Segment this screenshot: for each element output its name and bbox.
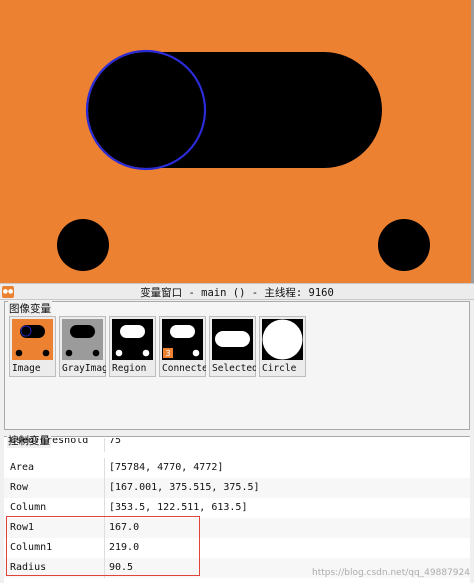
var-row-area[interactable]: Area [75784, 4770, 4772] — [4, 458, 470, 478]
watermark-text: https://blog.csdn.net/qq_49887924 — [311, 568, 470, 578]
var-row-column[interactable]: Column [353.5, 122.511, 613.5] — [4, 498, 470, 518]
thumb-label: Image — [12, 363, 41, 374]
var-value: [353.5, 122.511, 613.5] — [109, 502, 248, 513]
var-name: Radius — [10, 562, 47, 573]
iconic-var-connectedregions[interactable]: 3 ConnectedRegions — [159, 316, 206, 377]
var-name: UsedThreshold — [10, 438, 89, 446]
thumb-label: GrayImage — [62, 363, 106, 374]
small-dot-left — [57, 219, 109, 271]
iconic-variables-label: 图像变量 — [8, 301, 52, 316]
var-value: 75 — [109, 438, 122, 446]
graphics-window[interactable] — [0, 0, 474, 283]
column-divider — [104, 518, 105, 538]
region-thumbnail — [112, 319, 153, 360]
variable-window-title: 变量窗口 - main () - 主线程: 9160 — [140, 287, 334, 299]
var-row-usedthreshold[interactable]: UsedThreshold 75 — [4, 438, 470, 452]
column-divider — [104, 458, 105, 478]
var-value: 219.0 — [109, 542, 140, 553]
var-name: Column1 — [10, 542, 53, 553]
column-divider — [104, 478, 105, 498]
small-dot-right — [378, 219, 430, 271]
column-divider — [104, 558, 105, 578]
thumb-label: Circle — [262, 363, 297, 374]
iconic-var-region[interactable]: Region — [109, 316, 156, 377]
graphics-canvas — [57, 49, 430, 271]
grayimage-thumbnail — [62, 319, 103, 360]
control-variables-panel: 控制变量 UsedThreshold 75 Area [75784, 4770,… — [4, 433, 470, 583]
iconic-var-circle[interactable]: Circle — [259, 316, 306, 377]
column-divider — [104, 538, 105, 558]
iconic-variables-panel: 图像变量 Image GrayImage — [4, 301, 470, 430]
stadium-region — [88, 52, 382, 168]
var-row-row1[interactable]: Row1 167.0 — [4, 518, 470, 538]
iconic-var-selectedregions[interactable]: SelectedRegions — [209, 316, 256, 377]
iconic-var-grayimage[interactable]: GrayImage — [59, 316, 106, 377]
variable-window-titlebar[interactable]: ●● 变量窗口 - main () - 主线程: 9160 — [0, 283, 474, 300]
var-value: [167.001, 375.515, 375.5] — [109, 482, 260, 493]
var-name: Column — [10, 502, 47, 513]
var-value: [75784, 4770, 4772] — [109, 462, 224, 473]
thumb-label: Region — [112, 363, 147, 374]
thumb-label: ConnectedRegions — [162, 363, 206, 374]
column-divider — [104, 438, 105, 452]
column-divider — [104, 498, 105, 518]
iconic-var-image[interactable]: Image — [9, 316, 56, 377]
connectedregions-thumbnail: 3 — [162, 319, 203, 360]
image-thumbnail — [12, 319, 53, 360]
var-name: Row — [10, 482, 29, 493]
var-value: 90.5 — [109, 562, 134, 573]
circle-thumbnail — [262, 319, 303, 360]
svg-text:3: 3 — [165, 349, 170, 358]
var-name: Row1 — [10, 522, 35, 533]
var-name: Area — [10, 462, 35, 473]
var-row-row[interactable]: Row [167.001, 375.515, 375.5] — [4, 478, 470, 498]
thumb-label: SelectedRegions — [212, 363, 256, 374]
selectedregions-thumbnail — [212, 319, 253, 360]
var-value: 167.0 — [109, 522, 140, 533]
var-row-column1[interactable]: Column1 219.0 — [4, 538, 470, 558]
